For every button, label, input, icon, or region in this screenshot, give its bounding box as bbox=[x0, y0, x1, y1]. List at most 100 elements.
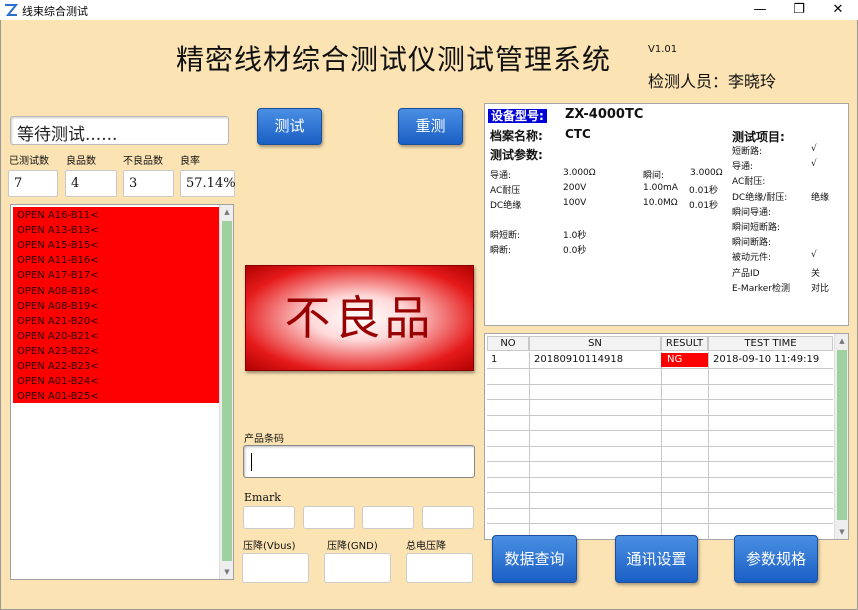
scroll-thumb[interactable] bbox=[222, 221, 232, 561]
dc-time: 0.01秒 bbox=[689, 201, 719, 211]
gnd-drop-label: 压降(GND) bbox=[327, 541, 378, 552]
good-count-value: 4 bbox=[65, 170, 117, 197]
param-spec-button[interactable]: 参数规格 bbox=[734, 535, 818, 583]
test-item-value: √ bbox=[811, 250, 817, 261]
grid-col-line bbox=[529, 352, 530, 539]
emark-field-3[interactable] bbox=[362, 506, 414, 529]
test-button[interactable]: 测试 bbox=[257, 108, 322, 145]
log-entry: OPEN A01-B24< bbox=[17, 376, 99, 388]
emark-field-2[interactable] bbox=[303, 506, 355, 529]
log-entry: OPEN A16-B11< bbox=[17, 210, 99, 221]
test-item-value: 对比 bbox=[811, 283, 830, 294]
total-drop-field bbox=[406, 553, 473, 583]
good-count-label: 良品数 bbox=[66, 156, 96, 167]
col-header-time[interactable]: TEST TIME bbox=[708, 336, 833, 351]
test-item-name: 被动元件: bbox=[732, 253, 772, 264]
log-entry: OPEN A20-B21< bbox=[17, 330, 99, 342]
window-title: 线束综合测试 bbox=[22, 5, 88, 18]
vbus-drop-label: 压降(Vbus) bbox=[243, 541, 296, 552]
log-entry: OPEN A01-B25< bbox=[17, 391, 99, 403]
instant-short-value: 1.0秒 bbox=[563, 231, 587, 241]
log-entry: OPEN A11-B16< bbox=[17, 255, 99, 267]
table-scrollbar[interactable]: ▲ ▼ bbox=[834, 334, 848, 539]
table-scroll-thumb[interactable] bbox=[837, 350, 847, 520]
close-button[interactable]: ✕ bbox=[823, 0, 853, 20]
fault-log-list[interactable]: OPEN A16-B11< OPEN A13-B13< OPEN A15-B15< O… bbox=[10, 204, 234, 580]
bad-count-value: 3 bbox=[123, 170, 174, 197]
retest-button[interactable]: 重测 bbox=[398, 108, 463, 145]
test-item-value: 关 bbox=[811, 268, 821, 279]
table-scroll-down-icon[interactable]: ▼ bbox=[835, 525, 848, 539]
instant-value: 3.000Ω bbox=[690, 168, 723, 178]
log-entry: OPEN A21-B20< bbox=[17, 315, 99, 327]
instant-break-label: 瞬断: bbox=[490, 246, 512, 256]
grid-row-line bbox=[487, 445, 833, 447]
scroll-up-icon[interactable]: ▲ bbox=[220, 205, 234, 219]
col-header-result[interactable]: RESULT bbox=[661, 336, 708, 351]
comm-settings-button[interactable]: 通讯设置 bbox=[615, 535, 698, 583]
grid-row-line bbox=[487, 507, 833, 509]
grid-row-line bbox=[487, 430, 833, 431]
items-label: 测试项目: bbox=[732, 130, 785, 144]
vbus-drop-field bbox=[242, 553, 309, 583]
grid-row-line bbox=[487, 368, 833, 369]
minimize-button[interactable]: — bbox=[745, 0, 775, 20]
result-banner: 不良品 bbox=[245, 265, 474, 371]
grid-row-line bbox=[487, 523, 833, 524]
instant-short-label: 瞬短断: bbox=[490, 231, 521, 241]
model-value: ZX-4000TC bbox=[565, 107, 644, 122]
ac-time: 0.01秒 bbox=[689, 186, 719, 196]
row-time: 2018-09-10 11:49:19 bbox=[713, 354, 820, 365]
log-entry: OPEN A08-B19< bbox=[17, 300, 99, 312]
yield-label: 良率 bbox=[180, 156, 200, 167]
table-scroll-up-icon[interactable]: ▲ bbox=[835, 334, 848, 348]
grid-row-line bbox=[487, 383, 833, 385]
main-window: 精密线材综合测试仪测试管理系统 V1.01 检测人员：李晓玲 等待测试.....… bbox=[0, 20, 858, 610]
grid-col-line bbox=[708, 352, 709, 539]
log-entry: OPEN A13-B13< bbox=[17, 225, 99, 237]
col-header-no[interactable]: NO bbox=[487, 336, 529, 351]
row-result-badge: NG bbox=[661, 353, 708, 367]
row-no: 1 bbox=[491, 354, 498, 365]
log-entry: OPEN A15-B15< bbox=[17, 240, 99, 252]
grid-row-line bbox=[487, 461, 833, 462]
barcode-input[interactable] bbox=[243, 445, 475, 478]
test-item-name: 瞬间短断路: bbox=[732, 223, 781, 233]
log-entry: OPEN A08-B18< bbox=[17, 285, 99, 297]
barcode-label: 产品条码 bbox=[244, 434, 284, 445]
scroll-down-icon[interactable]: ▼ bbox=[220, 565, 234, 579]
log-entry: OPEN A22-B23< bbox=[17, 361, 99, 372]
test-item-name: AC耐压: bbox=[732, 177, 766, 188]
page-title: 精密线材综合测试仪测试管理系统 bbox=[176, 43, 612, 76]
test-item-name: 瞬间断路: bbox=[732, 238, 772, 249]
device-info-panel: 设备型号: ZX-4000TC 档案名称: CTC 测试参数: 测试项目: 导通… bbox=[484, 103, 849, 326]
text-caret bbox=[251, 453, 252, 471]
dc-resistance: 10.0MΩ bbox=[643, 198, 678, 208]
dc-voltage: 100V bbox=[563, 198, 587, 208]
results-table[interactable]: NO SN RESULT TEST TIME 1 20180910114918 … bbox=[484, 333, 849, 540]
bad-count-label: 不良品数 bbox=[123, 156, 163, 167]
maximize-button[interactable]: ❐ bbox=[784, 0, 814, 20]
grid-row-line bbox=[487, 414, 833, 416]
ac-voltage: 200V bbox=[563, 183, 587, 193]
test-item-name: 短断路: bbox=[732, 147, 763, 157]
tested-count-label: 已测试数 bbox=[9, 156, 49, 167]
emark-label: Emark bbox=[244, 491, 281, 504]
tested-count-value: 7 bbox=[8, 170, 58, 197]
params-label: 测试参数: bbox=[490, 148, 543, 162]
ac-label: AC耐压 bbox=[490, 186, 521, 196]
col-header-sn[interactable]: SN bbox=[529, 336, 661, 351]
log-scrollbar[interactable]: ▲ ▼ bbox=[219, 205, 233, 579]
version-label: V1.01 bbox=[648, 44, 678, 55]
log-entry: OPEN A17-B17< bbox=[17, 270, 99, 282]
gnd-drop-field bbox=[324, 553, 391, 583]
row-sn: 20180910114918 bbox=[534, 354, 624, 365]
emark-field-4[interactable] bbox=[422, 506, 474, 529]
emark-field-1[interactable] bbox=[243, 506, 295, 529]
test-item-value: √ bbox=[811, 144, 817, 154]
data-query-button[interactable]: 数据查询 bbox=[492, 535, 577, 583]
conduct-label: 导通: bbox=[490, 171, 512, 181]
grid-row-line bbox=[487, 492, 833, 493]
inspector-label: 检测人员：李晓玲 bbox=[648, 72, 777, 91]
instant-label: 瞬间: bbox=[643, 171, 665, 181]
